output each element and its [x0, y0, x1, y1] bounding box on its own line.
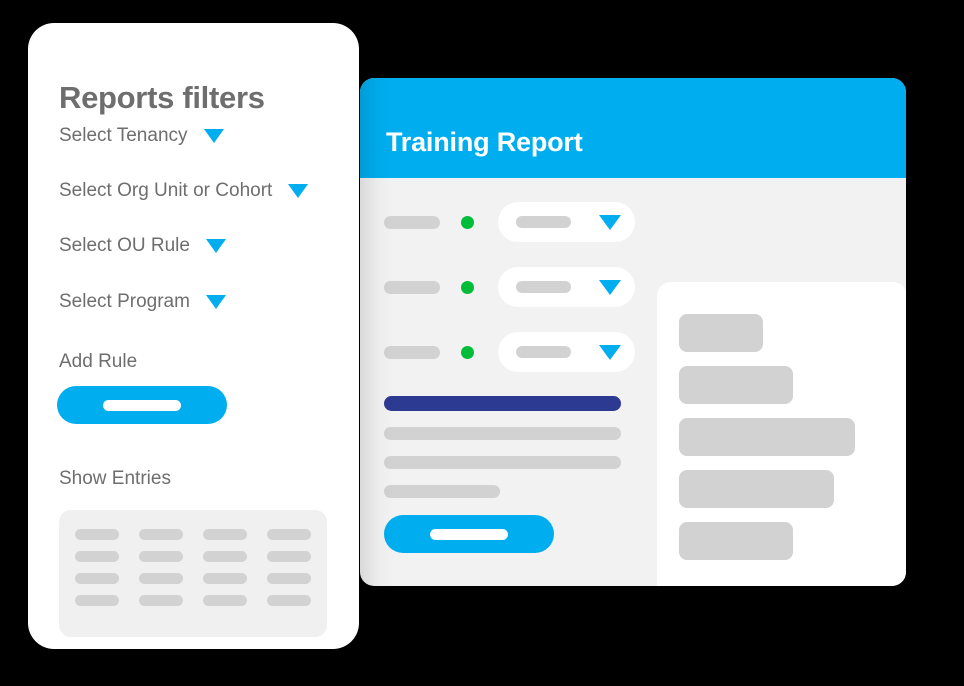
screenshot-stage: Training Report Reports filters Select T…: [0, 0, 964, 686]
table-cell: [139, 595, 183, 606]
table-cell: [139, 573, 183, 584]
add-rule-link[interactable]: Add Rule: [59, 351, 137, 373]
show-entries-label: Show Entries: [59, 468, 171, 489]
chevron-down-icon[interactable]: [205, 295, 226, 309]
report-select-dropdown[interactable]: [498, 202, 635, 242]
report-text-line: [384, 456, 621, 469]
reports-filters-card: Reports filters Select Tenancy Select Or…: [28, 23, 359, 649]
table-cell: [75, 595, 119, 606]
training-report-window: Training Report: [360, 78, 906, 586]
chevron-down-icon[interactable]: [599, 344, 621, 360]
card-content-block: [679, 314, 764, 352]
select-value-placeholder: [516, 346, 571, 358]
table-cell: [267, 529, 311, 540]
status-indicator-dot: [461, 345, 474, 359]
chevron-down-icon[interactable]: [288, 184, 309, 198]
report-filter-row[interactable]: [384, 265, 635, 309]
table-cell: [75, 551, 119, 562]
table-cell: [75, 529, 119, 540]
report-filter-row[interactable]: [384, 200, 635, 244]
card-content-block: [679, 366, 793, 404]
report-text-line: [384, 485, 500, 498]
table-cell: [139, 551, 183, 562]
filter-select-ou-rule[interactable]: Select OU Rule: [59, 235, 226, 257]
report-side-card: [657, 282, 906, 586]
table-cell: [203, 595, 247, 606]
table-cell: [203, 529, 247, 540]
report-title: Training Report: [386, 127, 583, 158]
table-cell: [267, 573, 311, 584]
report-body: [360, 178, 906, 586]
report-text-line: [384, 427, 621, 440]
table-row: [75, 529, 311, 540]
report-primary-button[interactable]: [384, 515, 554, 553]
filter-label: Select Program: [59, 291, 190, 312]
report-accent-line: [384, 396, 621, 411]
filter-label: Select Org Unit or Cohort: [59, 180, 273, 201]
report-filter-row[interactable]: [384, 330, 635, 374]
chevron-down-icon[interactable]: [599, 214, 621, 230]
card-content-block: [679, 470, 835, 508]
table-cell: [139, 529, 183, 540]
chevron-down-icon[interactable]: [205, 239, 226, 253]
row-label-placeholder: [384, 215, 440, 229]
page-title: Reports filters: [59, 79, 265, 115]
table-row: [75, 595, 311, 606]
row-label-placeholder: [384, 345, 440, 359]
button-label-placeholder: [103, 399, 181, 411]
report-select-dropdown[interactable]: [498, 267, 635, 307]
show-entries-table: [59, 510, 327, 637]
chevron-down-icon[interactable]: [599, 279, 621, 295]
select-value-placeholder: [516, 281, 571, 293]
filter-select-program[interactable]: Select Program: [59, 291, 226, 313]
status-indicator-dot: [461, 215, 474, 229]
filter-label: Select Tenancy: [59, 125, 188, 146]
report-select-dropdown[interactable]: [498, 332, 635, 372]
filter-select-tenancy[interactable]: Select Tenancy: [59, 125, 224, 147]
table-cell: [203, 573, 247, 584]
card-content-block: [679, 522, 793, 560]
table-cell: [267, 595, 311, 606]
table-cell: [267, 551, 311, 562]
card-content-block: [679, 418, 855, 456]
filter-label: Select OU Rule: [59, 235, 190, 256]
select-value-placeholder: [516, 216, 571, 228]
table-row: [75, 573, 311, 584]
report-header-bar: Training Report: [360, 78, 906, 178]
chevron-down-icon[interactable]: [203, 129, 224, 143]
button-label-placeholder: [430, 528, 508, 540]
table-cell: [203, 551, 247, 562]
status-indicator-dot: [461, 280, 474, 294]
row-label-placeholder: [384, 280, 440, 294]
entries-grid: [75, 529, 311, 606]
table-row: [75, 551, 311, 562]
report-side-card-list: [679, 314, 906, 560]
filter-select-org-unit-or-cohort[interactable]: Select Org Unit or Cohort: [59, 180, 309, 202]
filters-primary-button[interactable]: [57, 386, 227, 424]
table-cell: [75, 573, 119, 584]
